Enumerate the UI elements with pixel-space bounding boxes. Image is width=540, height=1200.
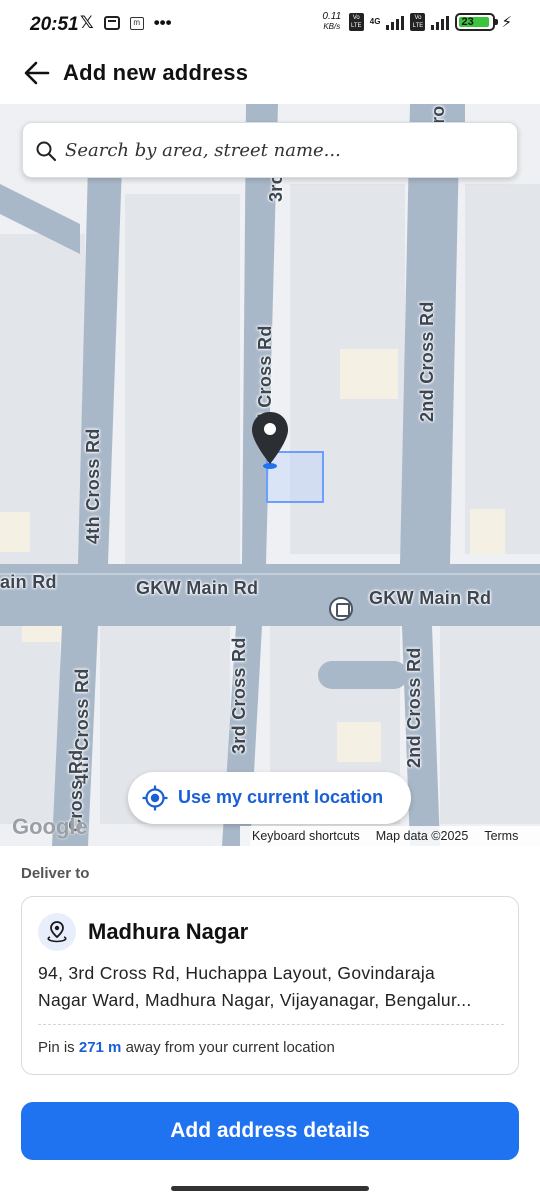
map-data-label: Map data ©2025 — [375, 829, 469, 843]
network-type: 4G — [369, 17, 381, 26]
status-notification-icons: 𝕏 m ••• — [80, 13, 172, 33]
map-attribution: Keyboard shortcuts Map data ©2025 Terms — [240, 826, 540, 846]
road-label-2nd-cross-top: 2nd Cross Rd — [417, 301, 437, 422]
map-pin-icon[interactable] — [250, 410, 290, 470]
road-label-2nd-cross-bottom: 2nd Cross Rd — [404, 647, 424, 768]
search-icon — [36, 141, 57, 162]
road-label-main-rd-edge: ain Rd — [0, 572, 57, 592]
road-label-4th-cross-top: 4th Cross Rd — [83, 428, 103, 544]
volte-icon-2: Vo LTE — [410, 13, 426, 31]
signal-icon — [386, 14, 405, 30]
google-logo: Google — [12, 814, 88, 839]
map-view[interactable]: GKW Main Rd GKW Main Rd ain Rd 3rd Cross… — [0, 104, 540, 846]
status-system-icons: 0.11 KB/s Vo LTE 4G Vo LTE 23 ⚡ — [321, 12, 512, 32]
app-header: Add new address — [0, 50, 540, 104]
bus-stop-icon[interactable] — [329, 597, 353, 621]
location-pin-icon — [38, 913, 76, 951]
m-icon: m — [129, 16, 144, 30]
pin-distance-value: 271 m — [78, 1039, 122, 1056]
message-icon — [103, 16, 120, 30]
road-label-3rd-cross-bottom: 3rd Cross Rd — [229, 637, 249, 754]
status-bar: 20:51 𝕏 m ••• 0.11 KB/s Vo LTE 4G Vo LTE 2… — [0, 0, 540, 50]
more-icon: ••• — [153, 13, 172, 32]
search-input[interactable]: Search by area, street name... — [22, 122, 518, 178]
road-label-3rd-cross-top-partial: 3rc — [266, 174, 286, 202]
volte-icon: Vo LTE — [348, 13, 364, 31]
add-address-details-button[interactable]: Add address details — [21, 1102, 519, 1160]
address-place-name: Madhura Nagar — [88, 919, 249, 944]
use-current-location-button[interactable]: Use my current location — [128, 772, 411, 824]
home-indicator[interactable] — [171, 1186, 369, 1191]
search-placeholder: Search by area, street name... — [65, 140, 341, 161]
pin-distance-note: Pin is 271 m away from your current loca… — [38, 1039, 335, 1056]
terms-link[interactable]: Terms — [484, 829, 518, 843]
use-current-location-label: Use my current location — [178, 787, 384, 807]
deliver-to-label: Deliver to — [21, 865, 90, 882]
keyboard-shortcuts-link[interactable]: Keyboard shortcuts — [252, 829, 360, 843]
address-line-2: Nagar Ward, Madhura Nagar, Vijayanagar, … — [38, 990, 472, 1010]
crosshair-location-icon — [142, 785, 168, 811]
status-time: 20:51 — [30, 14, 79, 35]
pin-distance-suffix: away from your current location — [125, 1039, 335, 1056]
charging-icon: ⚡ — [501, 14, 512, 31]
battery-level: 23 — [461, 16, 474, 28]
divider — [38, 1024, 504, 1025]
road-label-gkw-main-left: GKW Main Rd — [136, 578, 259, 598]
back-arrow-icon[interactable] — [22, 58, 52, 88]
address-card: Madhura Nagar 94, 3rd Cross Rd, Huchappa… — [21, 896, 519, 1075]
signal-icon-2 — [431, 14, 450, 30]
address-line-1: 94, 3rd Cross Rd, Huchappa Layout, Govin… — [38, 963, 436, 983]
x-icon: 𝕏 — [80, 13, 94, 32]
battery-icon: 23 — [455, 13, 499, 31]
pin-distance-prefix: Pin is — [38, 1039, 75, 1056]
road-label-gkw-main-right: GKW Main Rd — [369, 588, 492, 608]
network-speed: 0.11 KB/s — [322, 11, 342, 32]
page-title: Add new address — [63, 60, 249, 85]
